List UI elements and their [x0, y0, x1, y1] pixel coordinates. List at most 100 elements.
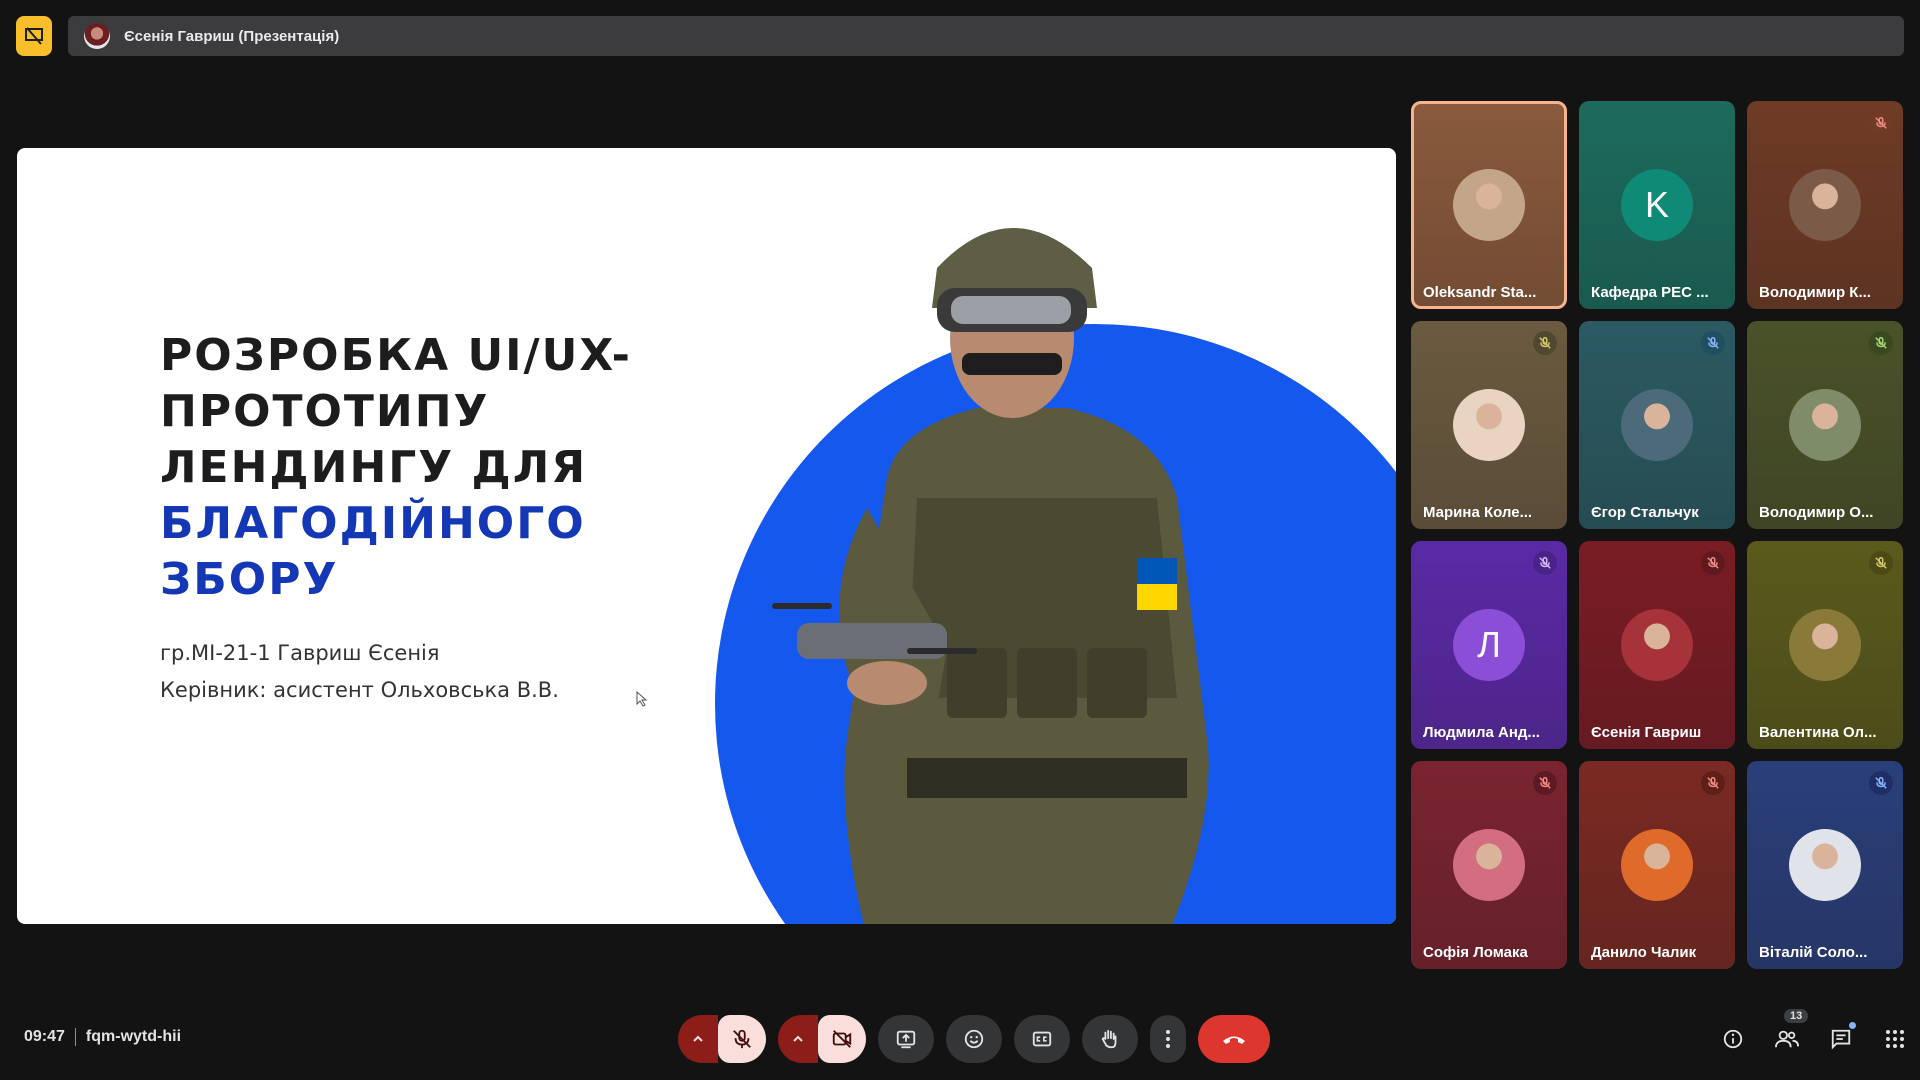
- slide-title-line: РОЗРОБКА UI/UX-: [160, 330, 632, 381]
- participant-tile[interactable]: Марина Коле...: [1411, 321, 1567, 529]
- slide-title-line: ПРОТОТИПУ: [160, 386, 490, 437]
- muted-mic-icon: [1869, 551, 1893, 575]
- presenter-bar: Єсенія Гавриш (Презентація): [68, 16, 1904, 56]
- muted-mic-icon: [1869, 331, 1893, 355]
- meeting-code[interactable]: fqm-wytd-hii: [86, 1028, 181, 1046]
- divider: [74, 1028, 76, 1046]
- side-panel-controls: 13: [1718, 1009, 1910, 1056]
- meeting-info: 09:47 fqm-wytd-hii: [24, 1028, 181, 1046]
- participant-name: Єгор Стальчук: [1591, 504, 1699, 521]
- participant-initial-avatar: K: [1621, 169, 1693, 241]
- participant-tile[interactable]: Володимир К...: [1747, 101, 1903, 309]
- participant-avatar: [1789, 169, 1861, 241]
- chat-button[interactable]: [1826, 1022, 1856, 1056]
- camera-control: [778, 1015, 866, 1063]
- participant-name: Валентина Ол...: [1759, 724, 1877, 741]
- call-controls: [678, 1015, 1270, 1063]
- captions-button[interactable]: [1014, 1015, 1070, 1063]
- participant-tile[interactable]: Єсенія Гавриш: [1579, 541, 1735, 749]
- muted-mic-icon: [1869, 111, 1893, 135]
- apps-grid-icon: [1886, 1030, 1904, 1048]
- muted-mic-icon: [1701, 771, 1725, 795]
- slide-title-line: ЛЕНДИНГУ ДЛЯ: [160, 442, 588, 493]
- participant-tile[interactable]: Софія Ломака: [1411, 761, 1567, 969]
- participant-avatar: [1789, 609, 1861, 681]
- participant-name: Володимир К...: [1759, 284, 1871, 301]
- end-call-icon: [1223, 1036, 1245, 1044]
- muted-mic-icon: [1701, 551, 1725, 575]
- raise-hand-button[interactable]: [1082, 1015, 1138, 1063]
- participant-tile[interactable]: Л Людмила Анд...: [1411, 541, 1567, 749]
- muted-mic-icon: [1533, 771, 1557, 795]
- participant-avatar: [1621, 389, 1693, 461]
- slide-title: РОЗРОБКА UI/UX- ПРОТОТИПУ ЛЕНДИНГУ ДЛЯ Б…: [160, 328, 720, 608]
- participant-name: Єсенія Гавриш: [1591, 724, 1702, 741]
- more-vert-icon: [1166, 1030, 1170, 1048]
- chevron-up-icon: [793, 1035, 803, 1042]
- muted-mic-icon: [1869, 771, 1893, 795]
- participant-name: Софія Ломака: [1423, 944, 1528, 961]
- participant-avatar: [1621, 829, 1693, 901]
- raise-hand-icon: [1101, 1029, 1117, 1049]
- slide-title-line-blue: ЗБОРУ: [160, 554, 339, 605]
- participant-avatar: [1621, 609, 1693, 681]
- muted-mic-icon: [1533, 331, 1557, 355]
- participant-tile[interactable]: Віталій Соло...: [1747, 761, 1903, 969]
- present-button[interactable]: [878, 1015, 934, 1063]
- slide-group: гр.МІ-21-1 Гавриш Єсенія: [160, 641, 440, 665]
- people-button[interactable]: 13: [1772, 1009, 1809, 1056]
- presenter-title: Єсенія Гавриш (Презентація): [124, 27, 340, 45]
- participant-grid: Oleksandr Sta... K Кафедра РЕС ... Володими…: [1411, 101, 1905, 969]
- participant-name: Кафедра РЕС ...: [1591, 284, 1709, 301]
- chat-icon: [1831, 1029, 1851, 1050]
- present-icon: [896, 1030, 916, 1049]
- info-icon: [1723, 1029, 1743, 1049]
- mic-off-icon: [733, 1029, 751, 1049]
- activities-button[interactable]: [1880, 1022, 1910, 1056]
- emoji-icon: [964, 1029, 984, 1049]
- mic-control: [678, 1015, 766, 1063]
- unread-dot: [1849, 1022, 1856, 1029]
- participant-name: Володимир О...: [1759, 504, 1874, 521]
- mic-options-button[interactable]: [678, 1015, 718, 1063]
- participant-tile[interactable]: Володимир О...: [1747, 321, 1903, 529]
- participant-initial-avatar: Л: [1453, 609, 1525, 681]
- meeting-details-button[interactable]: [1718, 1022, 1748, 1056]
- participant-name: Марина Коле...: [1423, 504, 1533, 521]
- participant-count-badge: 13: [1784, 1009, 1809, 1023]
- slide-title-line-blue: БЛАГОДІЙНОГО: [160, 498, 586, 549]
- participant-avatar: [1453, 829, 1525, 901]
- participant-tile[interactable]: Єгор Стальчук: [1579, 321, 1735, 529]
- participant-name: Віталій Соло...: [1759, 944, 1868, 961]
- participant-tile[interactable]: Валентина Ол...: [1747, 541, 1903, 749]
- more-options-button[interactable]: [1150, 1015, 1186, 1063]
- participant-avatar: [1789, 389, 1861, 461]
- participant-name: Людмила Анд...: [1423, 724, 1540, 741]
- camera-toggle-button[interactable]: [818, 1015, 866, 1063]
- participant-name: Oleksandr Sta...: [1423, 284, 1537, 301]
- cursor-icon: [636, 691, 648, 707]
- people-icon: [1775, 1030, 1799, 1048]
- camera-off-icon: [832, 1030, 852, 1048]
- captions-icon: [1032, 1031, 1052, 1047]
- clock: 09:47: [24, 1028, 65, 1045]
- muted-mic-icon: [1533, 551, 1557, 575]
- participant-tile[interactable]: Данило Чалик: [1579, 761, 1735, 969]
- presentation-slide: РОЗРОБКА UI/UX- ПРОТОТИПУ ЛЕНДИНГУ ДЛЯ Б…: [17, 148, 1396, 924]
- participant-avatar: [1789, 829, 1861, 901]
- participant-tile[interactable]: Oleksandr Sta...: [1411, 101, 1567, 309]
- presentation-icon[interactable]: [16, 16, 52, 56]
- participant-avatar: [1453, 169, 1525, 241]
- participant-tile[interactable]: K Кафедра РЕС ...: [1579, 101, 1735, 309]
- slide-subtitle: гр.МІ-21-1 Гавриш Єсенія Керівник: асист…: [160, 635, 559, 709]
- camera-options-button[interactable]: [778, 1015, 818, 1063]
- slide-supervisor: Керівник: асистент Ольховська В.В.: [160, 678, 559, 702]
- mic-toggle-button[interactable]: [718, 1015, 766, 1063]
- reactions-button[interactable]: [946, 1015, 1002, 1063]
- presenter-avatar: [84, 23, 110, 49]
- participant-name: Данило Чалик: [1591, 944, 1697, 961]
- participant-avatar: [1453, 389, 1525, 461]
- leave-call-button[interactable]: [1198, 1015, 1270, 1063]
- chevron-up-icon: [693, 1035, 703, 1042]
- muted-mic-icon: [1701, 331, 1725, 355]
